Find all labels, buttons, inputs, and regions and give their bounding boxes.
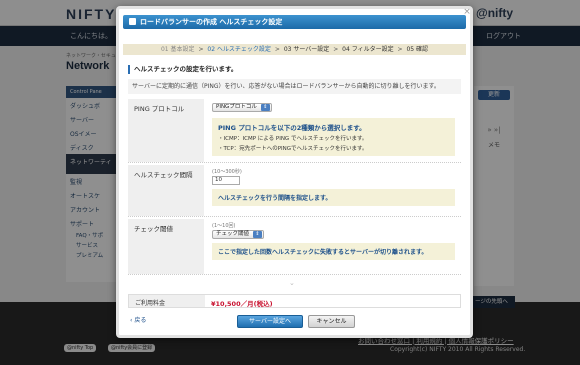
- ping-note-tcp: ・TCP：宛先ポートへのPINGでヘルスチェックを行います。: [218, 146, 368, 152]
- fee-row: ご利用料金 ¥10,500／月(税込): [128, 294, 461, 308]
- threshold-hint: (1〜10回): [212, 223, 236, 229]
- ping-protocol-note: PING プロトコルを以下の2種類から選択します。 ・ICMP：ICMP による…: [212, 118, 455, 156]
- dialog-header: ロードバランサーの作成 ヘルスチェック設定: [123, 15, 466, 29]
- threshold-value: チェック閾値: [216, 231, 250, 237]
- section-title: ヘルスチェックの設定を行います。: [128, 65, 237, 74]
- select-arrows-icon: ⇕: [253, 231, 263, 238]
- ping-note-heading: PING プロトコルを以下の2種類から選択します。: [218, 124, 366, 132]
- ping-protocol-field: PINGプロトコル ⇕ PING プロトコルを以下の2種類から選択します。 ・I…: [212, 102, 461, 156]
- step-filter: 04 フィルター設定: [342, 46, 394, 53]
- check-interval-field: (10〜300秒) 10 ヘルスチェックを行う間隔を指定します。: [212, 168, 461, 206]
- step-health-check: 02 ヘルスチェック設定: [207, 46, 271, 53]
- ping-note-icmp: ・ICMP：ICMP による PING でヘルスチェックを行います。: [218, 136, 368, 142]
- fee-label: ご利用料金: [129, 295, 205, 307]
- select-arrows-icon: ⇕: [260, 104, 270, 111]
- interval-input[interactable]: 10: [212, 176, 240, 185]
- step-server: 03 サーバー設定: [283, 46, 330, 53]
- back-link[interactable]: ‹ 戻る: [130, 315, 146, 324]
- intro-text: サーバーに定期的に通信（PING）を行い、応答がない場合はロードバランサーから自…: [128, 79, 461, 94]
- check-interval-row: ヘルスチェック間隔 (10〜300秒) 10 ヘルスチェックを行う間隔を指定しま…: [128, 165, 461, 217]
- step-progress: 01 基本設定 > 02 ヘルスチェック設定 > 03 サーバー設定 > 04 …: [123, 44, 466, 55]
- step-arrow-icon: >: [397, 46, 403, 53]
- step-arrow-icon: >: [198, 46, 204, 53]
- ping-protocol-select[interactable]: PINGプロトコル ⇕: [212, 103, 272, 112]
- interval-note: ヘルスチェックを行う間隔を指定します。: [212, 189, 455, 206]
- threshold-note: ここで指定した回数ヘルスチェックに失敗するとサーバーが切り離されます。: [212, 243, 455, 260]
- check-threshold-label: チェック閾値: [128, 219, 204, 274]
- dialog-title: ロードバランサーの作成 ヘルスチェック設定: [140, 18, 283, 26]
- step-basic: 01 基本設定: [160, 46, 195, 53]
- ping-protocol-label: PING プロトコル: [128, 99, 204, 162]
- fee-amount: ¥10,500／月(税込): [211, 300, 273, 308]
- interval-hint: (10〜300秒): [212, 169, 242, 175]
- check-interval-label: ヘルスチェック間隔: [128, 165, 204, 216]
- ping-protocol-row: PING プロトコル PINGプロトコル ⇕ PING プロトコルを以下の2種類…: [128, 99, 461, 163]
- check-threshold-field: (1〜10回) チェック閾値 ⇕ ここで指定した回数ヘルスチェックに失敗するとサ…: [212, 222, 461, 260]
- next-server-settings-button[interactable]: サーバー設定へ: [237, 315, 303, 328]
- health-check-dialog: × ロードバランサーの作成 ヘルスチェック設定 01 基本設定 > 02 ヘルス…: [116, 6, 473, 338]
- check-threshold-row: チェック閾値 (1〜10回) チェック閾値 ⇕ ここで指定した回数ヘルスチェック…: [128, 219, 461, 275]
- step-arrow-icon: >: [274, 46, 280, 53]
- step-confirm: 05 確認: [406, 46, 429, 53]
- back-link-label: 戻る: [134, 317, 147, 324]
- threshold-select[interactable]: チェック閾値 ⇕: [212, 230, 265, 239]
- threshold-note-text: ここで指定した回数ヘルスチェックに失敗するとサーバーが切り離されます。: [218, 249, 428, 256]
- interval-note-text: ヘルスチェックを行う間隔を指定します。: [218, 195, 332, 202]
- window-icon: [129, 17, 136, 25]
- ping-protocol-value: PINGプロトコル: [216, 104, 257, 110]
- chevron-down-icon: ⌄: [289, 279, 295, 287]
- cancel-button[interactable]: キャンセル: [308, 315, 355, 328]
- step-arrow-icon: >: [333, 46, 339, 53]
